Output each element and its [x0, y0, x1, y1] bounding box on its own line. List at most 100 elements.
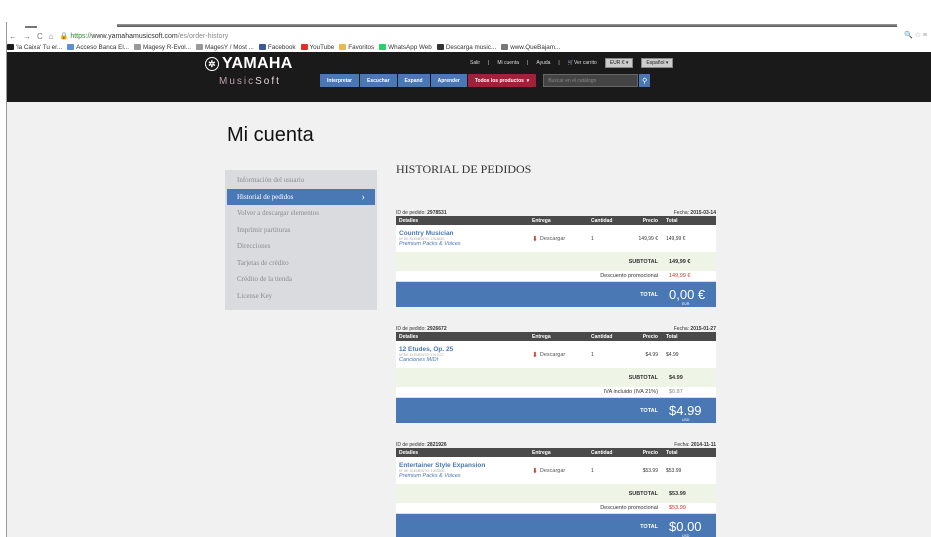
order-id-value: 2926672 — [427, 326, 447, 332]
sidebar-item-label: License Key — [237, 291, 273, 300]
currency-select[interactable]: EUR € ▾ — [604, 58, 634, 68]
download-icon: ⬇ — [532, 235, 538, 243]
column-header: Total — [666, 449, 678, 456]
bookmark-item[interactable]: www.QueBajam... — [501, 44, 560, 51]
adjustment-row: Descuento promocional $53.99 — [396, 503, 716, 514]
main-nav: Interpretar Escuchar Expand Aprender Tod… — [320, 74, 651, 87]
facebook-icon — [258, 43, 266, 50]
forward-arrow-icon[interactable]: → — [23, 32, 31, 41]
reload-icon[interactable]: C — [37, 32, 43, 41]
adjustment-label: Descuento promocional — [600, 505, 658, 511]
currency-value: EUR € — [609, 60, 625, 66]
sidebar-item[interactable]: Información del usuario — [225, 172, 377, 189]
order-id-value: 2821926 — [427, 442, 447, 448]
order-date: Fecha: 2015-03-14 — [674, 210, 716, 216]
sidebar-item[interactable]: Imprimir partituras — [225, 222, 377, 239]
category-link[interactable]: Premium Packs & Voices — [399, 473, 532, 479]
category-link[interactable]: Premium Packs & Voices — [399, 241, 532, 247]
order-id: ID de pedido: 2821926 — [396, 442, 447, 448]
my-account-link[interactable]: Mi cuenta — [497, 60, 519, 66]
price-cell: 149,99 € — [638, 235, 658, 242]
nav-interpretar[interactable]: Interpretar — [320, 74, 360, 87]
download-button[interactable]: ⬇ Descargar — [532, 351, 589, 359]
column-header: Precio — [642, 449, 658, 456]
bookmark-item[interactable]: Acceso Banca El... — [67, 44, 129, 51]
url-field[interactable]: https://www.yamahamusicsoft.com/es/order… — [70, 33, 228, 40]
cart-icon[interactable]: 🛒Ver carrito — [568, 60, 597, 66]
total-cell: $53.99 — [666, 467, 682, 474]
download-button[interactable]: ⬇ Descargar — [532, 235, 589, 243]
product-name-link[interactable]: Entertainer Style Expansion — [399, 462, 532, 469]
download-label: Descargar — [539, 235, 566, 242]
separator: | — [527, 60, 529, 66]
table-row: 12 Etudes, Op. 25 Nº DE ELEMENTO: 1011127… — [396, 341, 716, 368]
sidebar-item[interactable]: License Key — [225, 288, 377, 305]
nav-escuchar[interactable]: Escuchar — [360, 74, 397, 87]
language-select[interactable]: Español ▾ — [641, 58, 674, 68]
nav-expand[interactable]: Expand — [397, 74, 430, 87]
bookmark-item[interactable]: Facebook — [258, 43, 296, 51]
bookmark-item[interactable]: MagesY / Most ... — [195, 44, 254, 51]
adjustment-row: IVA incluido (IVA 21%) $0.87 — [396, 387, 716, 398]
lock-icon: 🔒 — [59, 33, 69, 40]
adjustment-row: Descuento promocional 149,99 € — [396, 271, 716, 282]
delivery-cell: ⬇ Descargar — [532, 467, 589, 475]
search-icon[interactable]: ⚲ — [639, 74, 651, 87]
sidebar-item[interactable]: Crédito de la tienda — [225, 271, 377, 288]
logout-link[interactable]: Salir — [470, 60, 480, 66]
sidebar-item-label: Direcciones — [237, 242, 271, 250]
sidebar-item-label: Imprimir partituras — [237, 225, 291, 234]
sidebar-item-label: Historial de pedidos — [237, 192, 294, 201]
nav-all-products[interactable]: Todos los productos ▾ — [467, 74, 537, 87]
sidebar-item[interactable]: Volver a descargar elementos — [225, 205, 377, 222]
help-link[interactable]: Ayuda — [536, 60, 550, 66]
quantity-cell: 1 — [591, 351, 594, 358]
zoom-star-icon[interactable]: 🔍 ☆ ≡ — [904, 31, 927, 39]
subtotal-label: SUBTOTAL — [628, 258, 658, 265]
category-link[interactable]: Canciones MIDI — [399, 357, 532, 363]
product-name-link[interactable]: Country Musician — [399, 230, 532, 237]
sidebar-item[interactable]: Historial de pedidos › — [227, 188, 375, 205]
sidebar-item-label: Información del usuario — [237, 176, 305, 184]
subtotal-value: $53.99 — [669, 490, 686, 497]
adjustment-label: IVA incluido (IVA 21%) — [603, 389, 658, 395]
column-header: Total — [666, 333, 678, 340]
download-button[interactable]: ⬇ Descargar — [532, 467, 589, 475]
cart-link[interactable]: Ver carrito — [574, 60, 597, 66]
order-block: ID de pedido: 2821926 Fecha: 2014-11-11 De… — [396, 440, 716, 537]
bookmark-label: Facebook — [267, 43, 296, 51]
order-date: Fecha: 2015-01-27 — [674, 326, 716, 332]
table-header: Detalles Entrega Cantidad Precio Total — [396, 332, 716, 341]
yamaha-logo[interactable]: ✲ YAMAHA — [205, 55, 293, 73]
musicsoft-a: Music — [219, 76, 256, 87]
download-label: Descargar — [539, 467, 566, 474]
sidebar-item[interactable]: Tarjetas de crédito — [225, 255, 377, 272]
search-input[interactable]: Buscar en el catálogo — [543, 74, 639, 87]
download-icon: ⬇ — [532, 467, 538, 475]
bookmark-label: WhatsApp Web — [388, 43, 432, 51]
page-title: Mi cuenta — [227, 124, 314, 146]
bookmark-item[interactable]: Favoritos — [339, 44, 374, 51]
subtotal-value: $4.99 — [669, 374, 683, 381]
bank-icon — [67, 43, 75, 50]
bookmark-item[interactable]: Descarga music... — [436, 44, 496, 51]
order-id-value: 2978531 — [427, 210, 447, 216]
bookmark-item[interactable]: YouTube — [300, 43, 334, 51]
table-header: Detalles Entrega Cantidad Precio Total — [396, 448, 716, 457]
product-cell: Entertainer Style Expansion Nº DE ELEMENT… — [396, 462, 532, 479]
url-path: /es/order-history — [177, 32, 229, 40]
youtube-icon — [300, 43, 308, 50]
home-icon[interactable]: ⌂ — [49, 32, 54, 41]
whatsapp-icon — [379, 43, 387, 50]
sidebar-item[interactable]: Direcciones — [225, 238, 377, 255]
bookmark-item[interactable]: 'la Caixa' Tu er... — [7, 44, 62, 51]
bookmark-item[interactable]: Magesy R-Evol... — [134, 44, 191, 51]
price-cell: $53.99 — [642, 467, 658, 474]
product-name-link[interactable]: 12 Etudes, Op. 25 — [399, 346, 532, 353]
active-tab[interactable] — [117, 24, 897, 27]
back-arrow-icon[interactable]: ← — [9, 32, 17, 41]
bookmark-label: Acceso Banca El... — [76, 43, 130, 51]
bookmark-item[interactable]: WhatsApp Web — [379, 44, 432, 51]
nav-aprender[interactable]: Aprender — [430, 74, 467, 87]
grand-total-amount: $4.99 — [669, 403, 702, 418]
